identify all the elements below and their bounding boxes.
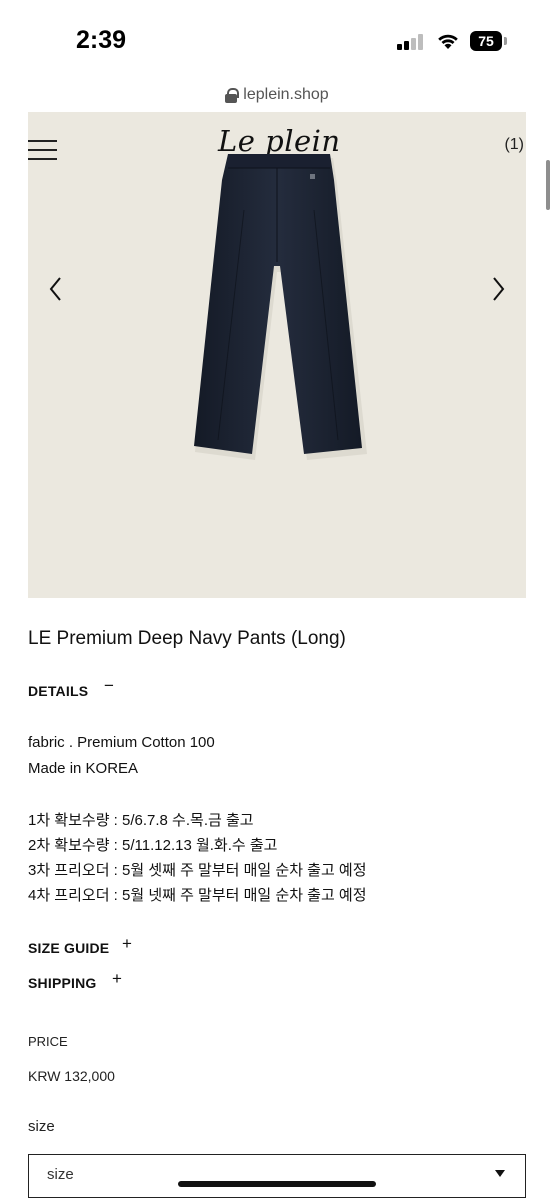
detail-line: 4차 프리오더 : 5월 넷째 주 말부터 매일 순차 출고 예정 — [28, 887, 367, 904]
address-bar[interactable]: leplein.shop — [0, 80, 554, 112]
product-title: LE Premium Deep Navy Pants (Long) — [28, 628, 346, 649]
detail-line: 2차 확보수량 : 5/11.12.13 월.화.수 출고 — [28, 837, 278, 854]
detail-line: 1차 확보수량 : 5/6.7.8 수.목.금 출고 — [28, 812, 254, 829]
details-heading[interactable]: DETAILS — [28, 683, 88, 699]
lock-icon — [225, 87, 240, 103]
home-indicator[interactable] — [178, 1181, 376, 1187]
detail-line: fabric . Premium Cotton 100 — [28, 734, 215, 751]
chevron-left-icon[interactable] — [44, 274, 68, 304]
battery-icon: 75 — [470, 31, 502, 51]
size-guide-heading[interactable]: SIZE GUIDE — [28, 940, 109, 956]
price-value: KRW 132,000 — [28, 1068, 115, 1084]
chevron-right-icon[interactable] — [486, 274, 510, 304]
shipping-heading[interactable]: SHIPPING — [28, 975, 97, 991]
size-select[interactable]: size — [28, 1154, 526, 1198]
scroll-indicator[interactable] — [546, 160, 550, 210]
expand-icon[interactable]: + — [122, 934, 132, 954]
menu-icon[interactable] — [28, 140, 57, 160]
price-label: PRICE — [28, 1034, 68, 1049]
chevron-down-icon — [495, 1170, 505, 1177]
wifi-icon — [438, 34, 458, 49]
url-text: leplein.shop — [243, 86, 329, 103]
detail-line: 3차 프리오더 : 5월 셋째 주 말부터 매일 순차 출고 예정 — [28, 862, 367, 879]
detail-line: Made in KOREA — [28, 760, 139, 777]
status-bar: 2:39 75 — [0, 0, 554, 80]
size-select-value: size — [47, 1166, 74, 1183]
cart-count[interactable]: (1) — [504, 136, 524, 154]
product-gallery[interactable]: Le plein (1) — [28, 112, 526, 598]
size-label: size — [28, 1118, 55, 1135]
product-image — [194, 154, 367, 460]
collapse-icon[interactable]: − — [104, 676, 114, 696]
battery-tip — [504, 37, 507, 45]
cellular-signal-icon — [397, 34, 425, 50]
status-time: 2:39 — [76, 26, 127, 54]
expand-icon[interactable]: + — [112, 969, 122, 989]
